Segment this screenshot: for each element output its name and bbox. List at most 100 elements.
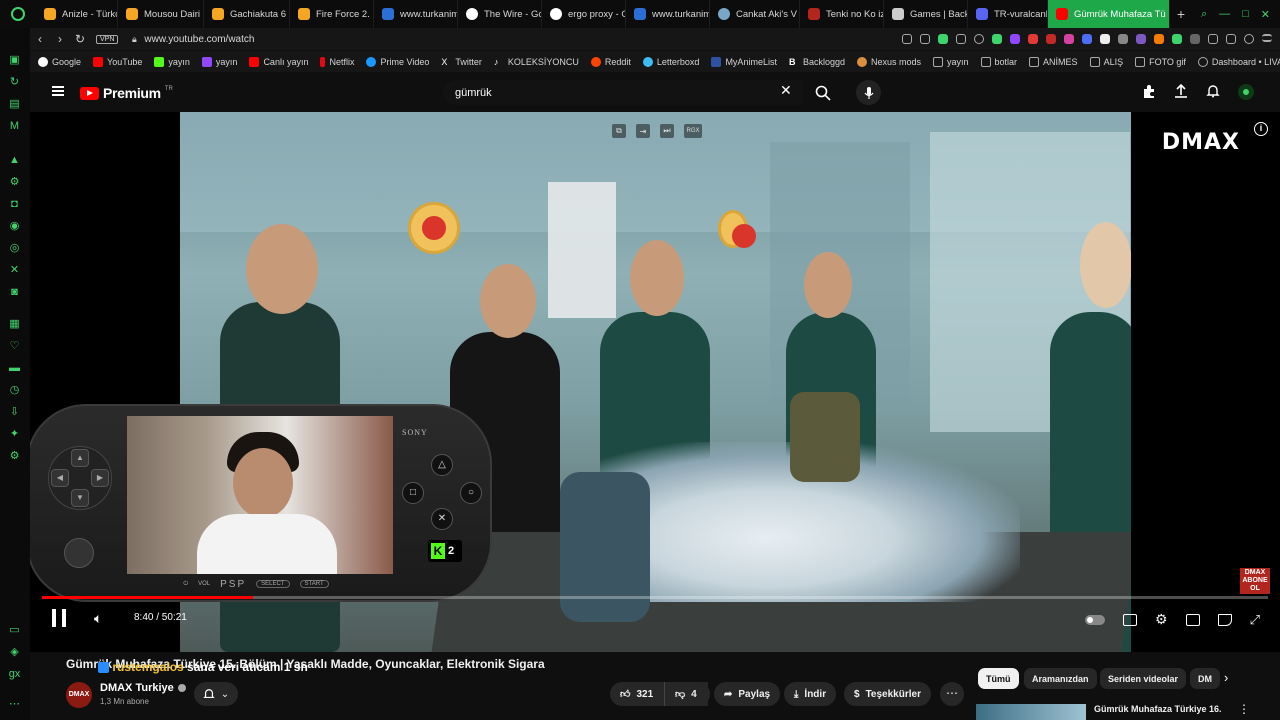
tab-7[interactable]: ergo proxy - G bbox=[542, 0, 626, 28]
bookmark-myanimelist[interactable]: MyAnimeList bbox=[711, 56, 777, 67]
bookmark-folder-botlar[interactable]: botlar bbox=[980, 56, 1017, 67]
ext-green-icon[interactable] bbox=[1172, 34, 1182, 44]
cast-icon[interactable] bbox=[1217, 613, 1232, 626]
more-actions-button[interactable]: ⋯ bbox=[940, 682, 964, 706]
pip-icon[interactable]: ⧉ bbox=[612, 124, 626, 138]
tab-8[interactable]: www.turkanim bbox=[626, 0, 710, 28]
bookmark-netflix[interactable]: Netflix bbox=[320, 56, 354, 67]
bookmark-dashboard[interactable]: Dashboard • LIVAD bbox=[1197, 56, 1280, 67]
bookmark-nexus[interactable]: Nexus mods bbox=[856, 56, 921, 67]
ext-purple-icon[interactable] bbox=[1010, 34, 1020, 44]
back-icon[interactable]: ‹ bbox=[30, 32, 50, 46]
shield-ext-icon[interactable] bbox=[938, 34, 948, 44]
tab-2[interactable]: Mousou Dairi bbox=[118, 0, 204, 28]
search-input[interactable]: gümrük bbox=[443, 80, 803, 105]
bookmark-google[interactable]: Google bbox=[38, 56, 81, 67]
ext-grey2-icon[interactable] bbox=[1190, 34, 1200, 44]
tab-1[interactable]: Anizle - Türkç bbox=[36, 0, 118, 28]
bookmark-twitch[interactable]: yayın bbox=[201, 56, 237, 67]
sidebar-history-icon[interactable]: ◷ bbox=[8, 384, 21, 397]
sidebar-aria-icon[interactable]: ▲ bbox=[8, 154, 21, 167]
rgx-label[interactable]: RGX bbox=[684, 124, 702, 138]
puzzle-icon[interactable] bbox=[1208, 34, 1218, 44]
bookmark-twitter[interactable]: X Twitter bbox=[441, 57, 482, 67]
forward-icon[interactable]: › bbox=[50, 32, 70, 46]
channel-avatar[interactable]: DMAX bbox=[66, 682, 92, 708]
ext-purple2-icon[interactable] bbox=[1136, 34, 1146, 44]
sidebar-instagram-icon[interactable]: ◎ bbox=[8, 242, 21, 255]
tab-6[interactable]: The Wire - Go bbox=[458, 0, 542, 28]
chip-from-search[interactable]: Aramanızdan bbox=[1024, 668, 1097, 689]
heart-ext-icon[interactable] bbox=[974, 34, 984, 44]
sidebar-x-icon[interactable]: ✕ bbox=[8, 264, 21, 277]
recommended-title[interactable]: Gümrük Muhafaza Türkiye 16. bbox=[1094, 704, 1222, 714]
sidebar-m-icon[interactable]: M bbox=[8, 120, 21, 133]
ext-grey-icon[interactable] bbox=[1118, 34, 1128, 44]
sidebar-download-icon[interactable]: ⇩ bbox=[8, 406, 21, 419]
tab-5[interactable]: www.turkanim bbox=[374, 0, 458, 28]
voice-search-button[interactable] bbox=[856, 80, 881, 105]
sidebar-gear-icon[interactable]: ⚙ bbox=[8, 176, 21, 189]
bookmark-backloggd[interactable]: B Backloggd bbox=[789, 57, 845, 67]
subscribe-corner-badge[interactable]: DMAX ABONE OL bbox=[1240, 568, 1270, 594]
sidebar-more-icon[interactable]: ⋯ bbox=[8, 698, 21, 711]
channel-name[interactable]: DMAX Turkiye bbox=[100, 682, 186, 694]
tab-4[interactable]: Fire Force 2. bbox=[290, 0, 374, 28]
bookmark-reddit[interactable]: Reddit bbox=[590, 56, 631, 67]
extension-icon[interactable] bbox=[1142, 84, 1156, 98]
skip-icon[interactable]: ⏭ bbox=[660, 124, 674, 138]
chevron-right-icon[interactable]: › bbox=[1224, 670, 1228, 685]
search-button[interactable] bbox=[805, 80, 841, 105]
search-tabs-icon[interactable]: ⌕ bbox=[1201, 8, 1207, 21]
screenshot-icon[interactable] bbox=[920, 34, 930, 44]
bookmark-kick[interactable]: yayın bbox=[154, 56, 190, 67]
ext-orange-icon[interactable] bbox=[1154, 34, 1164, 44]
bookmark-live[interactable]: Canlı yayın bbox=[249, 56, 308, 67]
tab-active-youtube[interactable]: Gümrük Muhafaza Tü bbox=[1048, 0, 1170, 28]
sidebar-refresh-icon[interactable]: ↻ bbox=[8, 76, 21, 89]
sidebar-heart-icon[interactable]: ♡ bbox=[8, 340, 21, 353]
sidebar-bookmark-icon[interactable]: ▤ bbox=[8, 98, 21, 111]
opera-logo-icon[interactable] bbox=[0, 0, 36, 28]
menu-hamburger-icon[interactable] bbox=[52, 86, 64, 96]
sidebar-wallet-icon[interactable]: ▬ bbox=[8, 362, 21, 375]
info-icon[interactable]: i bbox=[1254, 122, 1268, 136]
bookmark-koleksiyoncu[interactable]: ♪ KOLEKSİYONCU bbox=[494, 57, 579, 67]
minimize-icon[interactable]: — bbox=[1219, 8, 1230, 21]
tab-10[interactable]: Tenki no Ko iz bbox=[800, 0, 884, 28]
profile-icon[interactable] bbox=[1244, 34, 1254, 44]
volume-ext-icon[interactable] bbox=[992, 34, 1002, 44]
bookmark-letterboxd[interactable]: Letterboxd bbox=[642, 56, 699, 67]
tab-9[interactable]: Cankat Aki's V bbox=[710, 0, 800, 28]
url-field[interactable]: www.youtube.com/watch bbox=[144, 34, 254, 45]
bookmark-youtube[interactable]: YouTube bbox=[93, 56, 142, 67]
fullscreen-icon[interactable]: ⤢ bbox=[1250, 612, 1260, 628]
chip-series[interactable]: Seriden videolar bbox=[1100, 668, 1187, 689]
download-icon[interactable] bbox=[1226, 34, 1236, 44]
account-avatar[interactable] bbox=[1238, 84, 1254, 100]
ext-pink-icon[interactable] bbox=[1064, 34, 1074, 44]
autoplay-toggle[interactable] bbox=[1085, 614, 1106, 625]
sidebar-shield-icon[interactable]: ◈ bbox=[8, 646, 21, 659]
recommended-thumbnail[interactable] bbox=[976, 704, 1086, 720]
close-icon[interactable]: ✕ bbox=[1261, 8, 1270, 21]
sidebar-puzzle-icon[interactable]: ✦ bbox=[8, 428, 21, 441]
bookmark-folder-foto[interactable]: FOTO gif bbox=[1135, 56, 1186, 67]
sidebar-settings-icon[interactable]: ⚙ bbox=[8, 450, 21, 463]
bookmark-folder-alis[interactable]: ALIŞ bbox=[1089, 56, 1123, 67]
exit-icon[interactable]: ⇥ bbox=[636, 124, 650, 138]
bookmark-prime[interactable]: Prime Video bbox=[366, 56, 429, 67]
ext-red2-icon[interactable] bbox=[1046, 34, 1056, 44]
youtube-premium-logo[interactable]: Premium TR bbox=[80, 85, 173, 101]
clear-search-icon[interactable]: ✕ bbox=[780, 82, 792, 99]
sidebar-whatsapp-icon[interactable]: ◉ bbox=[8, 220, 21, 233]
vpn-badge[interactable]: VPN bbox=[96, 34, 119, 44]
chip-all[interactable]: Tümü bbox=[978, 668, 1019, 689]
menu-icon[interactable] bbox=[1262, 34, 1272, 42]
ext-blue-icon[interactable] bbox=[1082, 34, 1092, 44]
tab-3[interactable]: Gachiakuta 6 bbox=[204, 0, 290, 28]
dislike-button[interactable]: 👎︎ 4 bbox=[664, 682, 710, 706]
sidebar-twitch-icon[interactable]: ◘ bbox=[8, 198, 21, 211]
settings-gear-icon[interactable]: ⚙ bbox=[1155, 611, 1168, 628]
sidebar-grid-icon[interactable]: ▦ bbox=[8, 318, 21, 331]
